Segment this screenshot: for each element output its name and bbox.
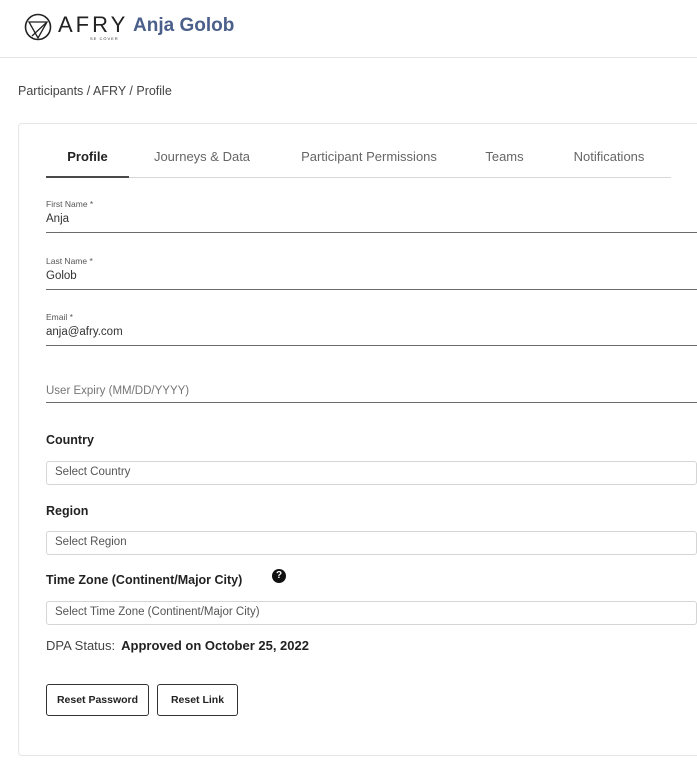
tab-journeys-data[interactable]: Journeys & Data (142, 140, 262, 178)
email-label: Email * (46, 312, 73, 322)
tab-notifications[interactable]: Notifications (561, 140, 657, 178)
last-name-label: Last Name * (46, 256, 93, 266)
country-label: Country (46, 433, 94, 447)
breadcrumb-separator: / (125, 84, 137, 98)
breadcrumb-participants[interactable]: Participants (18, 84, 83, 98)
tab-bar: Profile Journeys & Data Participant Perm… (46, 140, 671, 178)
user-expiry-input[interactable] (46, 380, 697, 402)
time-zone-label: Time Zone (Continent/Major City) (46, 573, 243, 587)
tab-participant-permissions[interactable]: Participant Permissions (286, 140, 452, 178)
help-icon[interactable]: ? (272, 569, 286, 583)
tab-teams[interactable]: Teams (477, 140, 532, 178)
region-select[interactable]: Select Region (46, 531, 697, 555)
breadcrumb-profile: Profile (136, 84, 172, 98)
logo-subtext: SE CÖVER (90, 36, 119, 41)
breadcrumb-afry[interactable]: AFRY (93, 84, 126, 98)
first-name-field: First Name * (46, 199, 697, 233)
reset-link-button[interactable]: Reset Link (157, 684, 238, 716)
time-zone-select[interactable]: Select Time Zone (Continent/Major City) (46, 601, 697, 625)
email-field: Email * (46, 312, 697, 346)
reset-password-button[interactable]: Reset Password (46, 684, 149, 716)
user-expiry-field (46, 379, 697, 403)
first-name-input[interactable] (46, 210, 697, 228)
last-name-input[interactable] (46, 267, 697, 285)
dpa-status-value: Approved on October 25, 2022 (121, 638, 309, 653)
breadcrumb-separator: / (83, 84, 94, 98)
logo-text: AFRY (58, 12, 129, 37)
dpa-status-label: DPA Status: (46, 638, 116, 653)
last-name-field: Last Name * (46, 256, 697, 290)
country-select[interactable]: Select Country (46, 461, 697, 485)
email-input[interactable] (46, 323, 697, 341)
participant-name: Anja Golob (133, 15, 235, 36)
first-name-label: First Name * (46, 199, 94, 209)
breadcrumb: Participants / AFRY / Profile (18, 84, 172, 98)
region-label: Region (46, 504, 89, 518)
dpa-status: DPA Status: Approved on October 25, 2022 (46, 638, 309, 654)
app-header: AFRY SE CÖVER Anja Golob (0, 0, 697, 58)
tab-profile[interactable]: Profile (46, 140, 129, 178)
afry-logo-icon[interactable] (24, 13, 52, 41)
